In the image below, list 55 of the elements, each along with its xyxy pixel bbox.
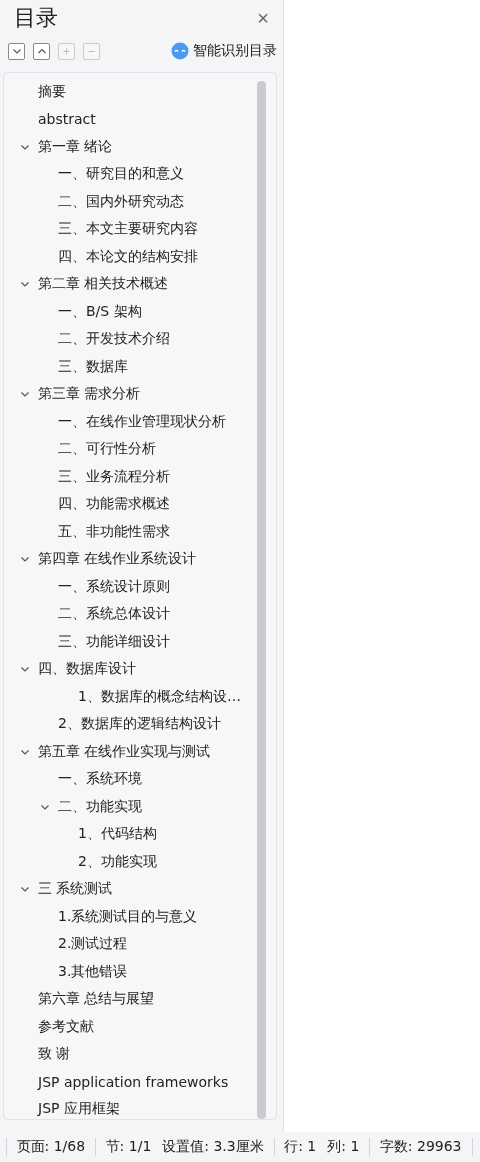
toc-item[interactable]: 参考文献 <box>38 1017 94 1036</box>
toc-item[interactable]: 二、系统总体设计 <box>58 605 170 624</box>
toc-item[interactable]: 四、本论文的结构安排 <box>58 247 198 266</box>
toc-item[interactable]: 三、业务流程分析 <box>58 467 170 486</box>
toc-item[interactable]: 二、功能实现 <box>58 797 142 816</box>
toc-item[interactable]: 第五章 在线作业实现与测试 <box>38 742 211 761</box>
toc-item[interactable]: 致 谢 <box>38 1045 71 1064</box>
toc-item[interactable]: 二、可行性分析 <box>58 440 156 459</box>
status-text: 行: 1 <box>284 1138 317 1156</box>
smart-toc-button[interactable]: 智能识别目录 <box>171 42 277 60</box>
plus-icon <box>63 47 70 55</box>
toc-item[interactable]: 一、研究目的和意义 <box>58 165 184 184</box>
status-text: 列: 1 <box>327 1138 360 1156</box>
toc-item[interactable]: 第一章 绪论 <box>38 137 113 156</box>
toc-item[interactable]: 一、在线作业管理现状分析 <box>58 412 226 431</box>
toc-item[interactable]: 二、开发技术介绍 <box>58 330 170 349</box>
toc-item[interactable]: 四、数据库设计 <box>38 660 136 679</box>
panel-title: 目录 <box>14 4 58 32</box>
toc-item[interactable]: 三、本文主要研究内容 <box>58 220 198 239</box>
toc-item[interactable]: 第二章 相关技术概述 <box>38 275 169 294</box>
status-text: 字数: 29963 <box>379 1138 462 1156</box>
toc-item[interactable]: 一、系统设计原则 <box>58 577 170 596</box>
toc-item[interactable]: 2、功能实现 <box>78 852 157 871</box>
toc-item[interactable]: 一、系统环境 <box>58 770 142 789</box>
toc-item[interactable]: 1、代码结构 <box>78 825 157 844</box>
toc-item[interactable]: 2、数据库的逻辑结构设计 <box>58 715 221 734</box>
toc-item[interactable]: 3.其他错误 <box>58 962 128 981</box>
close-button[interactable]: × <box>257 8 269 28</box>
expand-all-button[interactable] <box>33 42 50 60</box>
toc-item[interactable]: 五、非功能性需求 <box>58 522 170 541</box>
toc-item[interactable]: 第六章 总结与展望 <box>38 990 155 1009</box>
toc-item[interactable]: 四、功能需求概述 <box>58 495 170 514</box>
toc-item[interactable]: 1、数据库的概念结构设… <box>78 687 241 706</box>
toc-item[interactable]: 二、国内外研究动态 <box>58 192 184 211</box>
scrollbar[interactable] <box>257 81 266 1119</box>
chevron-up-icon <box>37 48 46 54</box>
minus-icon <box>88 50 95 52</box>
toc-item[interactable]: 第四章 在线作业系统设计 <box>38 550 197 569</box>
toc-item[interactable]: 2.测试过程 <box>58 935 128 954</box>
toc-item[interactable]: 第三章 需求分析 <box>38 385 141 404</box>
toc-item[interactable]: abstract <box>38 111 96 128</box>
toc-item[interactable]: 三、功能详细设计 <box>58 632 170 651</box>
status-text: 页面: 1/68 <box>16 1138 86 1156</box>
toc-item[interactable]: 摘要 <box>38 82 66 101</box>
toc-item[interactable]: JSP application frameworks <box>38 1073 229 1090</box>
robot-icon <box>171 42 189 60</box>
toc-item[interactable]: JSP 应用框架 <box>38 1100 120 1119</box>
status-text: 设置值: 3.3厘米 <box>162 1138 264 1156</box>
toc-item[interactable]: 一、B/S 架构 <box>58 302 142 321</box>
status-text: 节: 1/1 <box>105 1138 152 1156</box>
toc-item[interactable]: 三 系统测试 <box>38 880 113 899</box>
toc-item[interactable]: 1.系统测试目的与意义 <box>58 907 198 926</box>
chevron-down-icon <box>12 48 21 54</box>
toc-item[interactable]: 三、数据库 <box>58 357 128 376</box>
collapse-all-button[interactable] <box>8 42 25 60</box>
